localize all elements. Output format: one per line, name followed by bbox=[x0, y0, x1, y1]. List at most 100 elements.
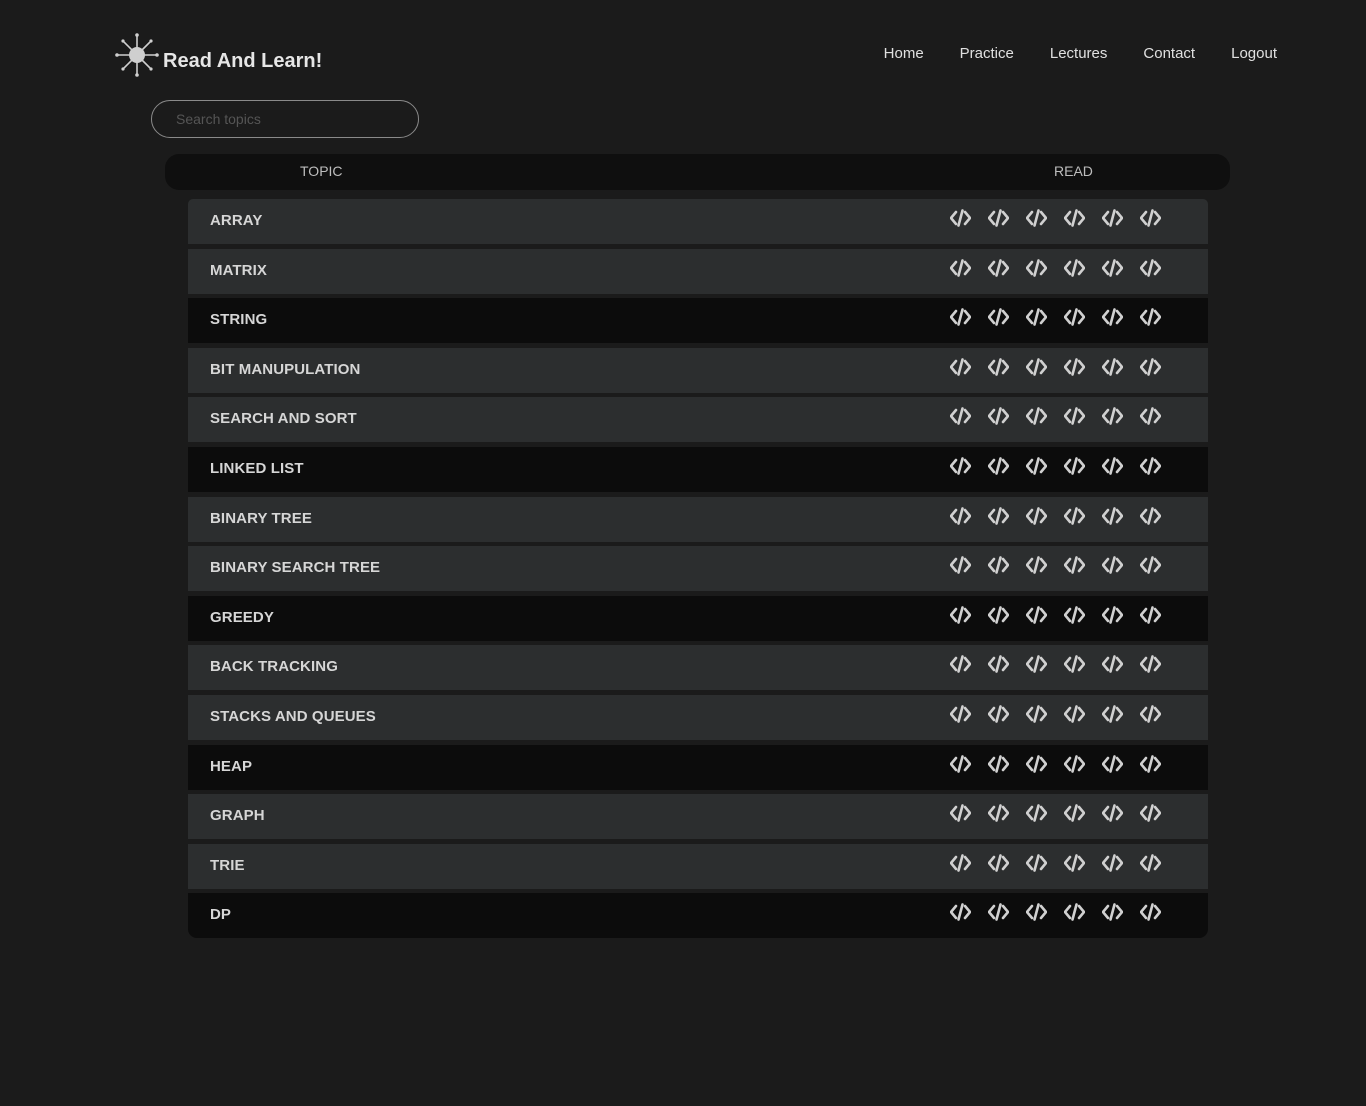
code-icon[interactable] bbox=[1140, 258, 1161, 277]
code-icon[interactable] bbox=[950, 457, 971, 475]
code-icon[interactable] bbox=[1026, 407, 1047, 426]
code-icon[interactable] bbox=[1102, 605, 1123, 624]
code-icon[interactable] bbox=[988, 804, 1009, 822]
code-icon[interactable] bbox=[1064, 853, 1085, 872]
code-icon[interactable] bbox=[1140, 457, 1161, 475]
code-icon[interactable] bbox=[1064, 804, 1085, 822]
code-icon[interactable] bbox=[1102, 853, 1123, 872]
code-icon[interactable] bbox=[950, 308, 971, 326]
code-icon[interactable] bbox=[1064, 506, 1085, 525]
code-icon[interactable] bbox=[1102, 506, 1123, 525]
code-icon[interactable] bbox=[1102, 705, 1123, 723]
code-icon[interactable] bbox=[988, 754, 1009, 773]
code-icon[interactable] bbox=[1102, 308, 1123, 326]
code-icon[interactable] bbox=[950, 655, 971, 674]
code-icon[interactable] bbox=[1140, 754, 1161, 773]
code-icon[interactable] bbox=[1140, 804, 1161, 822]
code-icon[interactable] bbox=[950, 407, 971, 426]
nav-home[interactable]: Home bbox=[884, 45, 924, 62]
code-icon[interactable] bbox=[1026, 705, 1047, 723]
code-icon[interactable] bbox=[950, 804, 971, 822]
code-icon[interactable] bbox=[988, 903, 1009, 922]
code-icon[interactable] bbox=[1026, 903, 1047, 922]
code-icon[interactable] bbox=[1140, 655, 1161, 674]
code-icon[interactable] bbox=[1064, 457, 1085, 475]
nav-logout[interactable]: Logout bbox=[1231, 45, 1277, 62]
code-icon[interactable] bbox=[1140, 407, 1161, 426]
code-icon[interactable] bbox=[1064, 258, 1085, 277]
code-icon[interactable] bbox=[1140, 605, 1161, 624]
code-icon[interactable] bbox=[988, 506, 1009, 525]
search-input[interactable] bbox=[151, 100, 419, 138]
code-icon[interactable] bbox=[1140, 357, 1161, 376]
code-icon[interactable] bbox=[1026, 357, 1047, 376]
code-icon[interactable] bbox=[988, 407, 1009, 426]
code-icon[interactable] bbox=[988, 556, 1009, 574]
code-icon[interactable] bbox=[1026, 258, 1047, 277]
code-icon[interactable] bbox=[1026, 754, 1047, 773]
code-icon[interactable] bbox=[1064, 209, 1085, 227]
code-icon[interactable] bbox=[1102, 258, 1123, 277]
brand-title[interactable]: Read And Learn! bbox=[163, 50, 322, 73]
table-row: LINKED LIST bbox=[188, 446, 1208, 492]
code-icon[interactable] bbox=[988, 853, 1009, 872]
code-icon[interactable] bbox=[988, 209, 1009, 227]
code-icon[interactable] bbox=[1140, 506, 1161, 525]
code-icon[interactable] bbox=[1026, 506, 1047, 525]
code-icon[interactable] bbox=[950, 209, 971, 227]
code-icon[interactable] bbox=[1064, 655, 1085, 674]
code-icon[interactable] bbox=[1102, 556, 1123, 574]
code-icon[interactable] bbox=[1064, 357, 1085, 376]
code-icon[interactable] bbox=[950, 754, 971, 773]
code-icon[interactable] bbox=[1064, 556, 1085, 574]
code-icon[interactable] bbox=[1026, 655, 1047, 674]
table-row: GREEDY bbox=[188, 595, 1208, 641]
code-icon[interactable] bbox=[950, 506, 971, 525]
code-icon[interactable] bbox=[950, 903, 971, 922]
code-icon[interactable] bbox=[1026, 457, 1047, 475]
code-icon[interactable] bbox=[1102, 804, 1123, 822]
code-icon[interactable] bbox=[1102, 903, 1123, 922]
code-icon[interactable] bbox=[1026, 853, 1047, 872]
code-icon[interactable] bbox=[1102, 655, 1123, 674]
code-icon[interactable] bbox=[988, 357, 1009, 376]
code-icon[interactable] bbox=[1064, 705, 1085, 723]
code-icon[interactable] bbox=[1064, 407, 1085, 426]
code-icon[interactable] bbox=[988, 308, 1009, 326]
code-icon[interactable] bbox=[1140, 209, 1161, 227]
nav-contact[interactable]: Contact bbox=[1143, 45, 1195, 62]
code-icon[interactable] bbox=[988, 258, 1009, 277]
code-icon[interactable] bbox=[1140, 903, 1161, 922]
code-icon[interactable] bbox=[950, 258, 971, 277]
nav-practice[interactable]: Practice bbox=[960, 45, 1014, 62]
code-icon[interactable] bbox=[1026, 556, 1047, 574]
code-icon[interactable] bbox=[1102, 457, 1123, 475]
code-icon[interactable] bbox=[950, 853, 971, 872]
code-icon[interactable] bbox=[1140, 853, 1161, 872]
code-icon[interactable] bbox=[988, 655, 1009, 674]
code-icon[interactable] bbox=[1064, 605, 1085, 624]
code-icon[interactable] bbox=[1102, 754, 1123, 773]
code-icon[interactable] bbox=[1140, 308, 1161, 326]
code-icon[interactable] bbox=[1026, 308, 1047, 326]
code-icon[interactable] bbox=[1140, 556, 1161, 574]
code-icon[interactable] bbox=[988, 705, 1009, 723]
code-icon[interactable] bbox=[950, 556, 971, 574]
code-icon[interactable] bbox=[988, 457, 1009, 475]
code-icon[interactable] bbox=[1064, 754, 1085, 773]
code-icon[interactable] bbox=[1102, 407, 1123, 426]
code-icon[interactable] bbox=[1102, 209, 1123, 227]
code-icon[interactable] bbox=[1064, 903, 1085, 922]
code-icon[interactable] bbox=[1102, 357, 1123, 376]
code-icon[interactable] bbox=[1026, 605, 1047, 624]
code-icon[interactable] bbox=[950, 705, 971, 723]
code-icon[interactable] bbox=[1064, 308, 1085, 326]
code-icon[interactable] bbox=[1026, 209, 1047, 227]
code-icon[interactable] bbox=[988, 605, 1009, 624]
code-icon[interactable] bbox=[1026, 804, 1047, 822]
code-icon[interactable] bbox=[950, 357, 971, 376]
code-icon[interactable] bbox=[1140, 705, 1161, 723]
brand[interactable]: Read And Learn! bbox=[114, 32, 322, 78]
nav-lectures[interactable]: Lectures bbox=[1050, 45, 1108, 62]
code-icon[interactable] bbox=[950, 605, 971, 624]
